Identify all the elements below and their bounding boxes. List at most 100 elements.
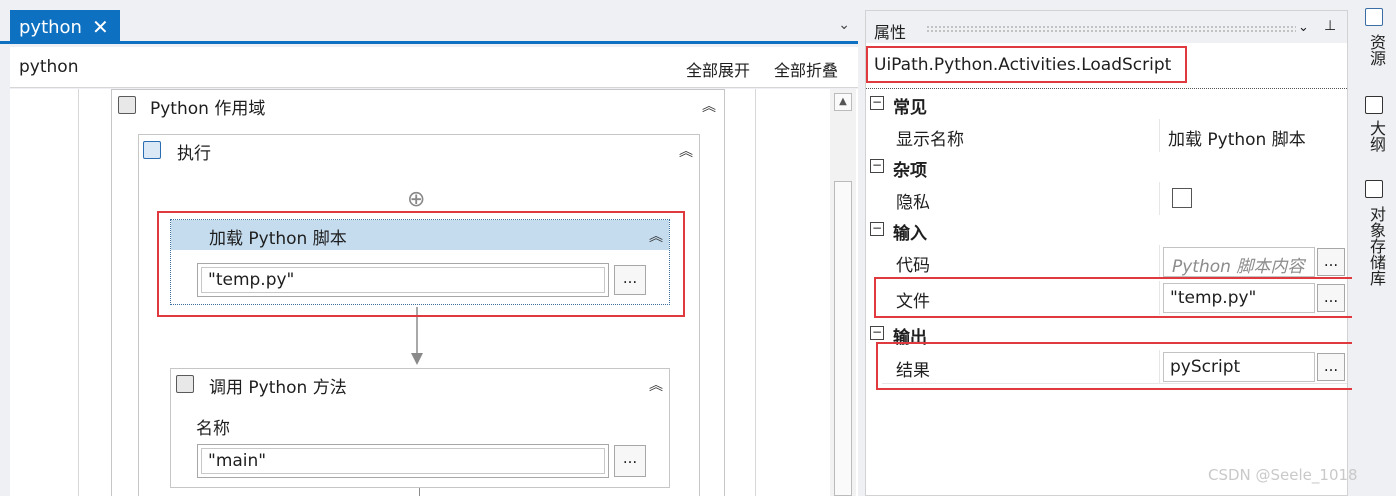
property-label: 结果 [896,361,930,381]
outline-icon [1365,96,1383,114]
collapse-toggle-icon[interactable]: − [870,222,884,236]
activity-header: Python 作用域 ︽ [112,90,724,120]
load-python-script-activity[interactable]: 加载 Python 脚本 ︽ "temp.py" ... [170,219,670,305]
divider [755,89,756,496]
collapse-icon[interactable]: ︽ [679,141,693,161]
collapse-all-button[interactable]: 全部折叠 [774,57,838,81]
category-label: 输入 [893,224,927,244]
code-input[interactable]: Python 脚本内容 [1163,247,1315,277]
sequence-icon [143,141,161,159]
scope-icon [118,96,136,114]
activity-header: 加载 Python 脚本 ︽ [171,220,669,250]
category-misc[interactable]: − 杂项 [866,152,1347,182]
collapse-toggle-icon[interactable]: − [870,96,884,110]
expand-all-button[interactable]: 全部展开 [686,57,750,81]
scroll-thumb[interactable] [834,181,852,496]
divider [882,383,1347,384]
flow-arrow [411,307,423,365]
category-output[interactable]: − 输出 [866,319,1347,349]
side-tab-object-repository[interactable]: 对象存储库 [1364,206,1388,286]
divider [1159,281,1160,315]
method-name-value: "main" [201,448,605,474]
property-row-code[interactable]: 代码 Python 脚本内容 ... [866,245,1347,279]
category-label: 杂项 [893,161,927,181]
method-name-input[interactable]: "main" [197,444,609,478]
activity-header: 执行 ︽ [139,135,699,165]
browse-button[interactable]: ... [614,445,646,477]
panel-title: 属性 [874,23,907,42]
breadcrumb-item[interactable]: python [19,57,78,77]
activity-title: 调用 Python 方法 [209,378,347,398]
activity-title: Python 作用域 [150,99,266,119]
divider [1159,350,1160,384]
side-tab-outline[interactable]: 大纲 [1364,120,1388,152]
result-input[interactable]: pyScript [1163,352,1315,382]
activity-type-name: UiPath.Python.Activities.LoadScript [874,55,1172,75]
drag-grip[interactable] [926,25,1296,33]
file-path-value: "temp.py" [201,267,605,293]
property-row-file[interactable]: 文件 "temp.py" ... [866,281,1347,315]
collapse-icon[interactable]: ︽ [702,96,716,116]
name-label: 名称 [196,419,230,439]
private-checkbox[interactable] [1172,188,1192,208]
property-row-result[interactable]: 结果 pyScript ... [866,350,1347,384]
category-label: 常见 [893,98,927,118]
category-input[interactable]: − 输入 [866,215,1347,245]
property-row-private[interactable]: 隐私 [866,182,1347,216]
vertical-scrollbar[interactable]: ▲ [830,89,856,496]
object-repository-icon [1365,180,1383,198]
scroll-up-arrow-icon[interactable]: ▲ [834,93,852,111]
collapse-icon[interactable]: ︽ [649,375,663,395]
chevron-down-icon[interactable]: ⌄ [838,17,850,33]
file-path-input[interactable]: "temp.py" [197,263,609,297]
result-browse-button[interactable]: ... [1317,353,1345,381]
panel-titlebar: 属性 ⌄ ⊥ [866,11,1347,43]
execute-sequence[interactable]: 执行 ︽ ⊕ 加载 Python 脚本 ︽ "temp.py" ... 调用 P… [138,134,700,496]
divider [78,89,79,496]
resources-icon [1365,8,1383,26]
property-label: 显示名称 [896,130,964,150]
add-activity-icon[interactable]: ⊕ [407,187,425,212]
divider [1159,245,1160,279]
activity-title: 加载 Python 脚本 [209,229,347,249]
tab-title: python [19,16,82,38]
document-tabstrip: python ✕ ⌄ [0,0,858,44]
property-row-display-name[interactable]: 显示名称 加载 Python 脚本 [866,119,1347,153]
activity-header: 调用 Python 方法 ︽ [171,369,669,399]
properties-panel: 属性 ⌄ ⊥ UiPath.Python.Activities.LoadScri… [865,10,1348,496]
close-icon[interactable]: ✕ [92,17,109,37]
workflow-designer: python ✕ ⌄ python 全部展开 全部折叠 Python 作用域 ︽ [0,0,858,496]
divider [882,278,1347,279]
property-label: 文件 [896,292,930,312]
activity-title: 执行 [177,144,211,164]
pin-icon[interactable]: ⊥ [1324,18,1336,34]
divider [1159,182,1160,216]
code-editor-button[interactable]: ... [1317,248,1345,276]
category-label: 输出 [893,328,927,348]
designer-canvas: Python 作用域 ︽ 执行 ︽ ⊕ 加载 Python 脚本 ︽ "temp… [10,89,858,496]
tab-python[interactable]: python ✕ [10,10,120,44]
invoke-python-method-activity[interactable]: 调用 Python 方法 ︽ 名称 "main" ... [170,368,670,488]
collapse-toggle-icon[interactable]: − [870,326,884,340]
breadcrumb: python 全部展开 全部折叠 [10,47,858,88]
side-tab-strip: 资源 大纲 对象存储库 [1352,0,1396,496]
side-tab-resources[interactable]: 资源 [1364,34,1388,66]
browse-button[interactable]: ... [614,265,646,295]
flow-connector [419,488,420,496]
file-input[interactable]: "temp.py" [1163,283,1315,313]
divider [1159,119,1160,153]
collapse-toggle-icon[interactable]: − [870,159,884,173]
property-value[interactable]: 加载 Python 脚本 [1168,125,1306,150]
collapse-icon[interactable]: ︽ [649,226,663,246]
category-common[interactable]: − 常见 [866,89,1347,119]
file-browse-button[interactable]: ... [1317,284,1345,312]
property-label: 代码 [896,256,930,276]
method-icon [176,375,194,393]
result-value: pyScript [1170,357,1241,377]
file-value: "temp.py" [1170,288,1257,308]
chevron-down-icon[interactable]: ⌄ [1298,20,1309,35]
code-placeholder: Python 脚本内容 [1172,257,1305,277]
property-label: 隐私 [896,193,930,213]
python-scope-activity[interactable]: Python 作用域 ︽ 执行 ︽ ⊕ 加载 Python 脚本 ︽ "temp… [111,89,725,496]
watermark: CSDN @Seele_1018 [1208,466,1358,484]
